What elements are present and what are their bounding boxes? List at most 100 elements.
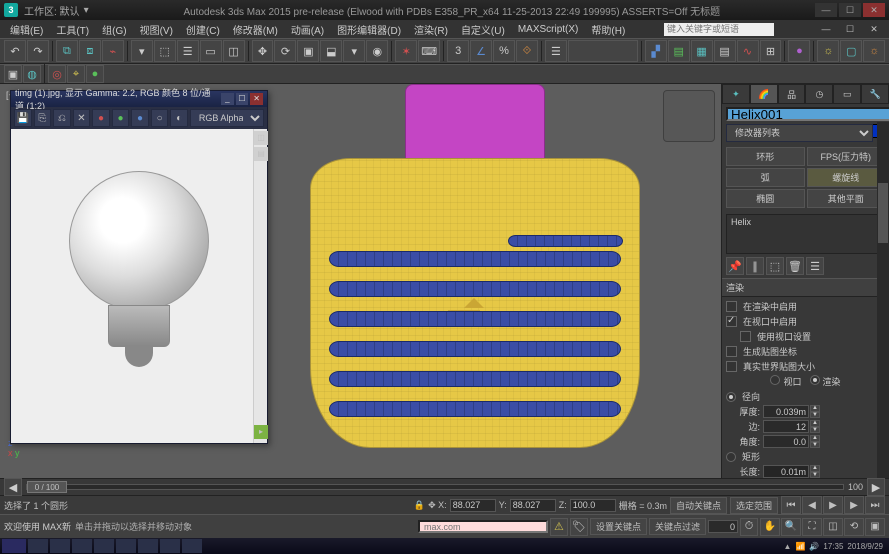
menu-modifiers[interactable]: 修改器(M)	[227, 20, 284, 39]
stack-item-helix[interactable]: Helix	[731, 217, 880, 227]
iv-channel-b-icon[interactable]: ●	[131, 109, 149, 127]
hierarchy-tab[interactable]: 品	[778, 84, 806, 104]
type-button-helix[interactable]: 螺旋线	[807, 168, 886, 187]
task-item-6[interactable]	[138, 539, 158, 553]
thickness-input[interactable]	[763, 405, 809, 418]
type-button-fps[interactable]: FPS(压力特)	[807, 147, 886, 166]
modify-tab[interactable]: 🌈	[750, 84, 778, 104]
menu-rendering[interactable]: 渲染(R)	[408, 20, 454, 39]
named-selection-sets[interactable]: ☰	[545, 40, 567, 62]
image-viewer-minimize-button[interactable]: _	[221, 93, 234, 105]
align-button[interactable]: ▤	[668, 40, 690, 62]
chk-enable-render[interactable]	[726, 301, 737, 312]
set-key-button-2[interactable]: 设置关键点	[590, 518, 647, 535]
model-bulb-base[interactable]	[300, 84, 650, 454]
nav-maximize-button[interactable]: ▣	[865, 518, 885, 536]
menu-tools[interactable]: 工具(T)	[50, 20, 95, 39]
graphite-toggle[interactable]: ▣	[4, 65, 22, 83]
nav-pan-button[interactable]: ✋	[760, 518, 780, 536]
link-button[interactable]: ⧉	[56, 40, 78, 62]
maxscript-listener-input[interactable]	[418, 520, 548, 533]
select-object-button[interactable]: ⬚	[154, 40, 176, 62]
menu-create[interactable]: 创建(C)	[180, 20, 226, 39]
task-item-4[interactable]	[94, 539, 114, 553]
type-button-arc[interactable]: 弧	[726, 168, 805, 187]
mirror-button[interactable]: ▞	[645, 40, 667, 62]
object-name-input[interactable]	[726, 107, 889, 121]
lock-selection-icon[interactable]: 🔒	[414, 500, 425, 511]
image-viewer-maximize-button[interactable]: ☐	[236, 93, 249, 105]
angle-spin-dn[interactable]: ▼	[810, 442, 820, 449]
ref-coord-dropdown[interactable]: ▾	[343, 40, 365, 62]
iv-mono-icon[interactable]: ◐	[170, 109, 188, 127]
sel-range-button[interactable]: 选定范围	[730, 497, 778, 514]
help-search-input[interactable]	[664, 23, 774, 36]
maximize-button[interactable]: ☐	[839, 3, 861, 17]
time-slider-thumb[interactable]: 0 / 100	[27, 481, 67, 493]
coord-y-input[interactable]	[510, 499, 556, 512]
stack-pin-button[interactable]: 📌	[726, 257, 744, 275]
tray-icon-expand[interactable]: ▲	[784, 542, 792, 551]
menu-animation[interactable]: 动画(A)	[285, 20, 330, 39]
sides-spin-dn[interactable]: ▼	[810, 427, 820, 434]
select-place-button[interactable]: ⬓	[320, 40, 342, 62]
task-item-2[interactable]	[50, 539, 70, 553]
coord-z-input[interactable]	[570, 499, 616, 512]
keyboard-shortcut-toggle[interactable]: ⌨	[418, 40, 440, 62]
iv-save-button[interactable]: 💾	[14, 109, 32, 127]
snap-toggle-3[interactable]: 3	[447, 40, 469, 62]
curve-editor-button[interactable]: ∿	[737, 40, 759, 62]
nav-fov-button[interactable]: ◫	[823, 518, 843, 536]
chk-use-viewport-settings[interactable]	[740, 331, 751, 342]
render-production-button[interactable]: ☼	[863, 40, 885, 62]
stack-configure-button[interactable]: ☰	[806, 257, 824, 275]
command-panel-scrollbar[interactable]	[877, 122, 889, 478]
task-item-8[interactable]	[182, 539, 202, 553]
unlink-button[interactable]: ⧈	[79, 40, 101, 62]
nav-orbit-button[interactable]: ⟲	[844, 518, 864, 536]
iv-side-tab-1[interactable]: ◫	[254, 131, 268, 145]
task-item-5[interactable]	[116, 539, 136, 553]
adaptive-degradation-icon[interactable]: ⚠	[550, 518, 568, 536]
iv-channel-r-icon[interactable]: ●	[92, 109, 110, 127]
iv-channel-select[interactable]: RGB Alpha	[190, 109, 264, 127]
rad-render[interactable]	[810, 375, 820, 385]
start-button[interactable]	[2, 539, 26, 553]
image-viewer-canvas[interactable]: ◫ ▤ ▸	[11, 129, 267, 443]
select-manipulate-button[interactable]: ✶	[395, 40, 417, 62]
iv-copy-button[interactable]: ⎘	[34, 109, 52, 127]
bind-spacewarp-button[interactable]: ⌁	[102, 40, 124, 62]
task-item-7[interactable]	[160, 539, 180, 553]
iv-channel-a-icon[interactable]: ○	[151, 109, 169, 127]
utilities-tab[interactable]: 🔧	[861, 84, 889, 104]
nav-zoom-extents-button[interactable]: ⛶	[802, 518, 822, 536]
tray-time[interactable]: 17:35	[823, 542, 843, 551]
window-crossing-button[interactable]: ◫	[223, 40, 245, 62]
modifier-list-dropdown[interactable]: 修改器列表	[726, 124, 873, 142]
viewcube[interactable]	[663, 90, 715, 142]
close-button[interactable]: ✕	[863, 3, 885, 17]
autokey-button[interactable]: 自动关键点	[670, 497, 727, 514]
select-by-name-button[interactable]: ☰	[177, 40, 199, 62]
select-region-button[interactable]: ▭	[200, 40, 222, 62]
iv-side-tab-2[interactable]: ▤	[254, 147, 268, 161]
child-maximize-button[interactable]: ☐	[839, 22, 861, 36]
goto-end-button[interactable]: ⏭	[865, 496, 885, 514]
render-setup-button[interactable]: ☼	[817, 40, 839, 62]
time-slider-track[interactable]: 0 / 100	[26, 484, 844, 490]
minimize-button[interactable]: —	[815, 3, 837, 17]
isolate-selection-toggle[interactable]: ◎	[48, 65, 66, 83]
workspace-selector[interactable]: 工作区: 默认	[24, 3, 80, 18]
iv-side-tab-play[interactable]: ▸	[254, 425, 268, 439]
chk-real-world[interactable]	[726, 361, 737, 372]
time-prev-key[interactable]: ◀	[4, 478, 22, 496]
layer-explorer-button[interactable]: ▦	[691, 40, 713, 62]
named-selection-input[interactable]	[568, 40, 638, 62]
rad-radial[interactable]	[726, 392, 736, 402]
iv-delete-button[interactable]: ✕	[73, 109, 91, 127]
rad-viewport[interactable]	[770, 375, 780, 385]
material-editor-button[interactable]: ●	[788, 40, 810, 62]
next-frame-button[interactable]: ▶	[844, 496, 864, 514]
nav-zoom-button[interactable]: 🔍	[781, 518, 801, 536]
modifier-stack[interactable]: Helix	[726, 214, 885, 254]
